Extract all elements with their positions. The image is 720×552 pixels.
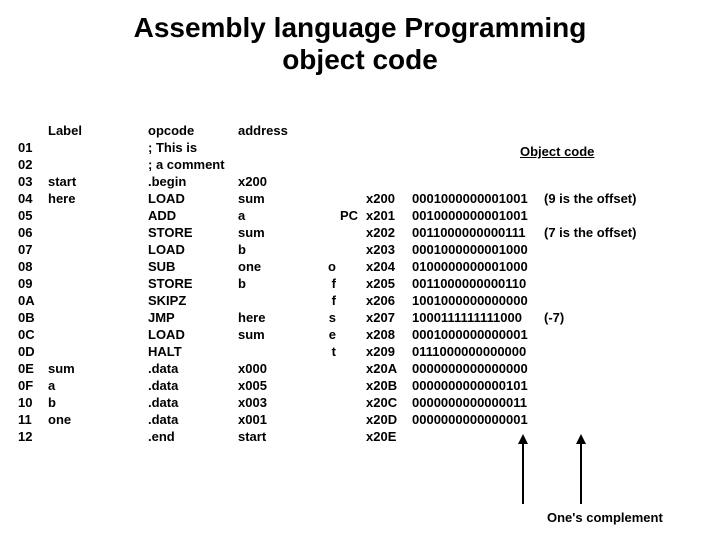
- pc-column: PC: [340, 122, 366, 445]
- arrow-line-left: [522, 442, 524, 504]
- ones-complement-label: One's complement: [547, 510, 663, 525]
- line-number-column: 01 02 03 04 05 06 07 08 09 0A 0B 0C 0D 0…: [18, 122, 48, 445]
- binary-column: 0001000000001001 0010000000001001 001100…: [412, 122, 544, 445]
- arrow-head-left: [518, 434, 528, 444]
- offset-word-column: o f f s e t: [318, 122, 340, 445]
- code-listing: 01 02 03 04 05 06 07 08 09 0A 0B 0C 0D 0…: [18, 122, 636, 445]
- address-column: address x200 sum a sum b one b here sum …: [238, 122, 318, 445]
- note-column: (9 is the offset) (7 is the offset) (-7): [544, 122, 636, 445]
- title-line2: object code: [282, 44, 438, 75]
- slide-title: Assembly language Programming object cod…: [0, 12, 720, 76]
- memory-address-column: x200 x201 x202 x203 x204 x205 x206 x207 …: [366, 122, 412, 445]
- opcode-column: opcode ; This is ; a comment .begin LOAD…: [148, 122, 238, 445]
- arrow-line-right: [580, 442, 582, 504]
- title-line1: Assembly language Programming: [134, 12, 587, 43]
- object-code-header: Object code: [520, 144, 594, 159]
- label-column: Label start here sum a b one: [48, 122, 148, 445]
- arrow-head-right: [576, 434, 586, 444]
